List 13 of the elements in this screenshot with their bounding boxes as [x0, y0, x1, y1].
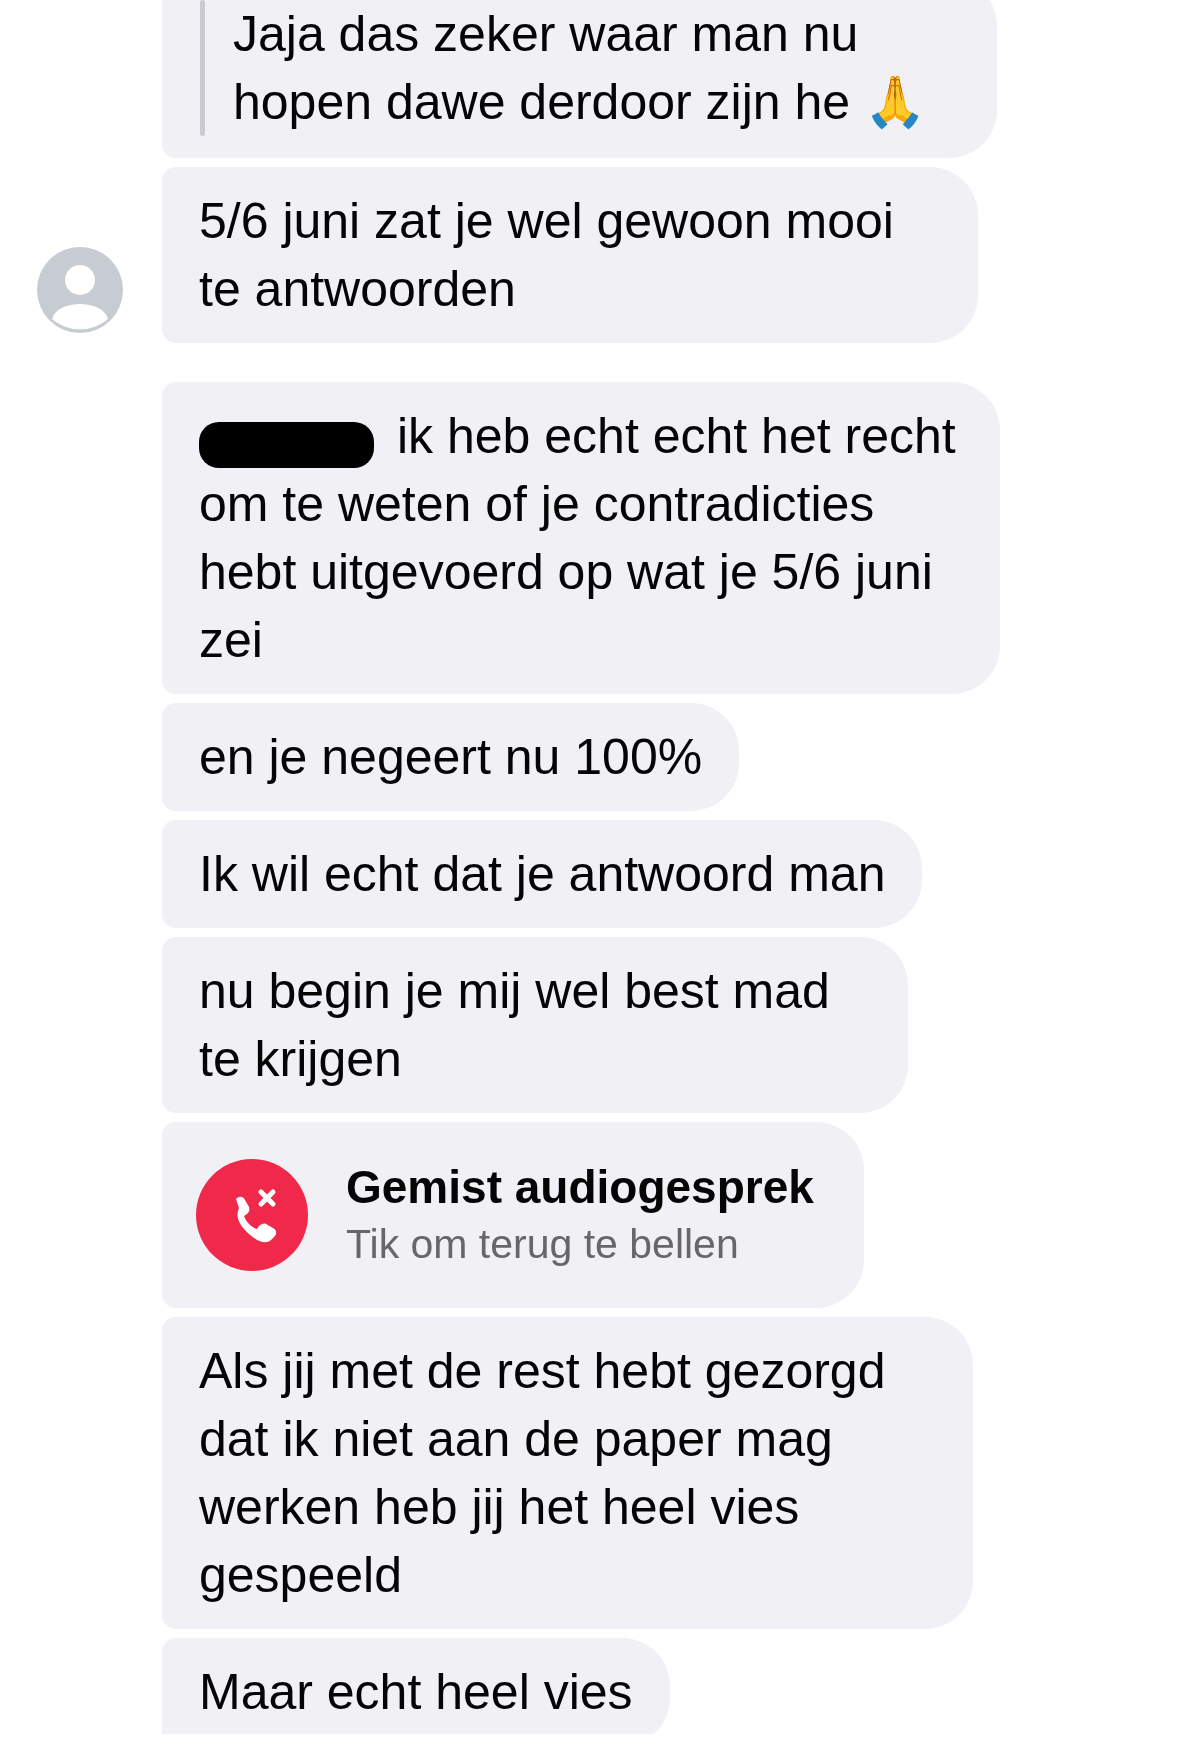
avatar-icon	[37, 247, 123, 333]
message-text: nu begin je mij wel best mad te krijgen	[199, 962, 831, 1089]
message-text: 5/6 juni zat je wel gewoon mooi te antwoorden	[199, 192, 895, 319]
message-text: Maar echt heel vies	[199, 1663, 633, 1722]
message-text: Als jij met de rest hebt gezorgd dat ik niet aan de paper mag werken heb jij het heel vies gespeeld	[199, 1342, 887, 1605]
missed-call-bubble[interactable]: Gemist audiogesprek Tik om terug te bellen	[162, 1122, 864, 1308]
call-title: Gemist audiogesprek	[346, 1160, 814, 1215]
message-text: en je negeert nu 100%	[199, 728, 703, 787]
quoted-message-text: Jaja das zeker waar man nu hopen dawe derdoor zijn he 🙏	[233, 5, 927, 132]
call-subtitle: Tik om terug te bellen	[346, 1220, 740, 1269]
message-text: ik heb echt echt het recht om te weten of je contradicties hebt uitgevoerd op wat je 5/6 juni zei	[199, 402, 963, 674]
message-text: Ik wil echt dat je antwoord man	[199, 845, 886, 904]
missed-call-icon	[196, 1159, 308, 1271]
